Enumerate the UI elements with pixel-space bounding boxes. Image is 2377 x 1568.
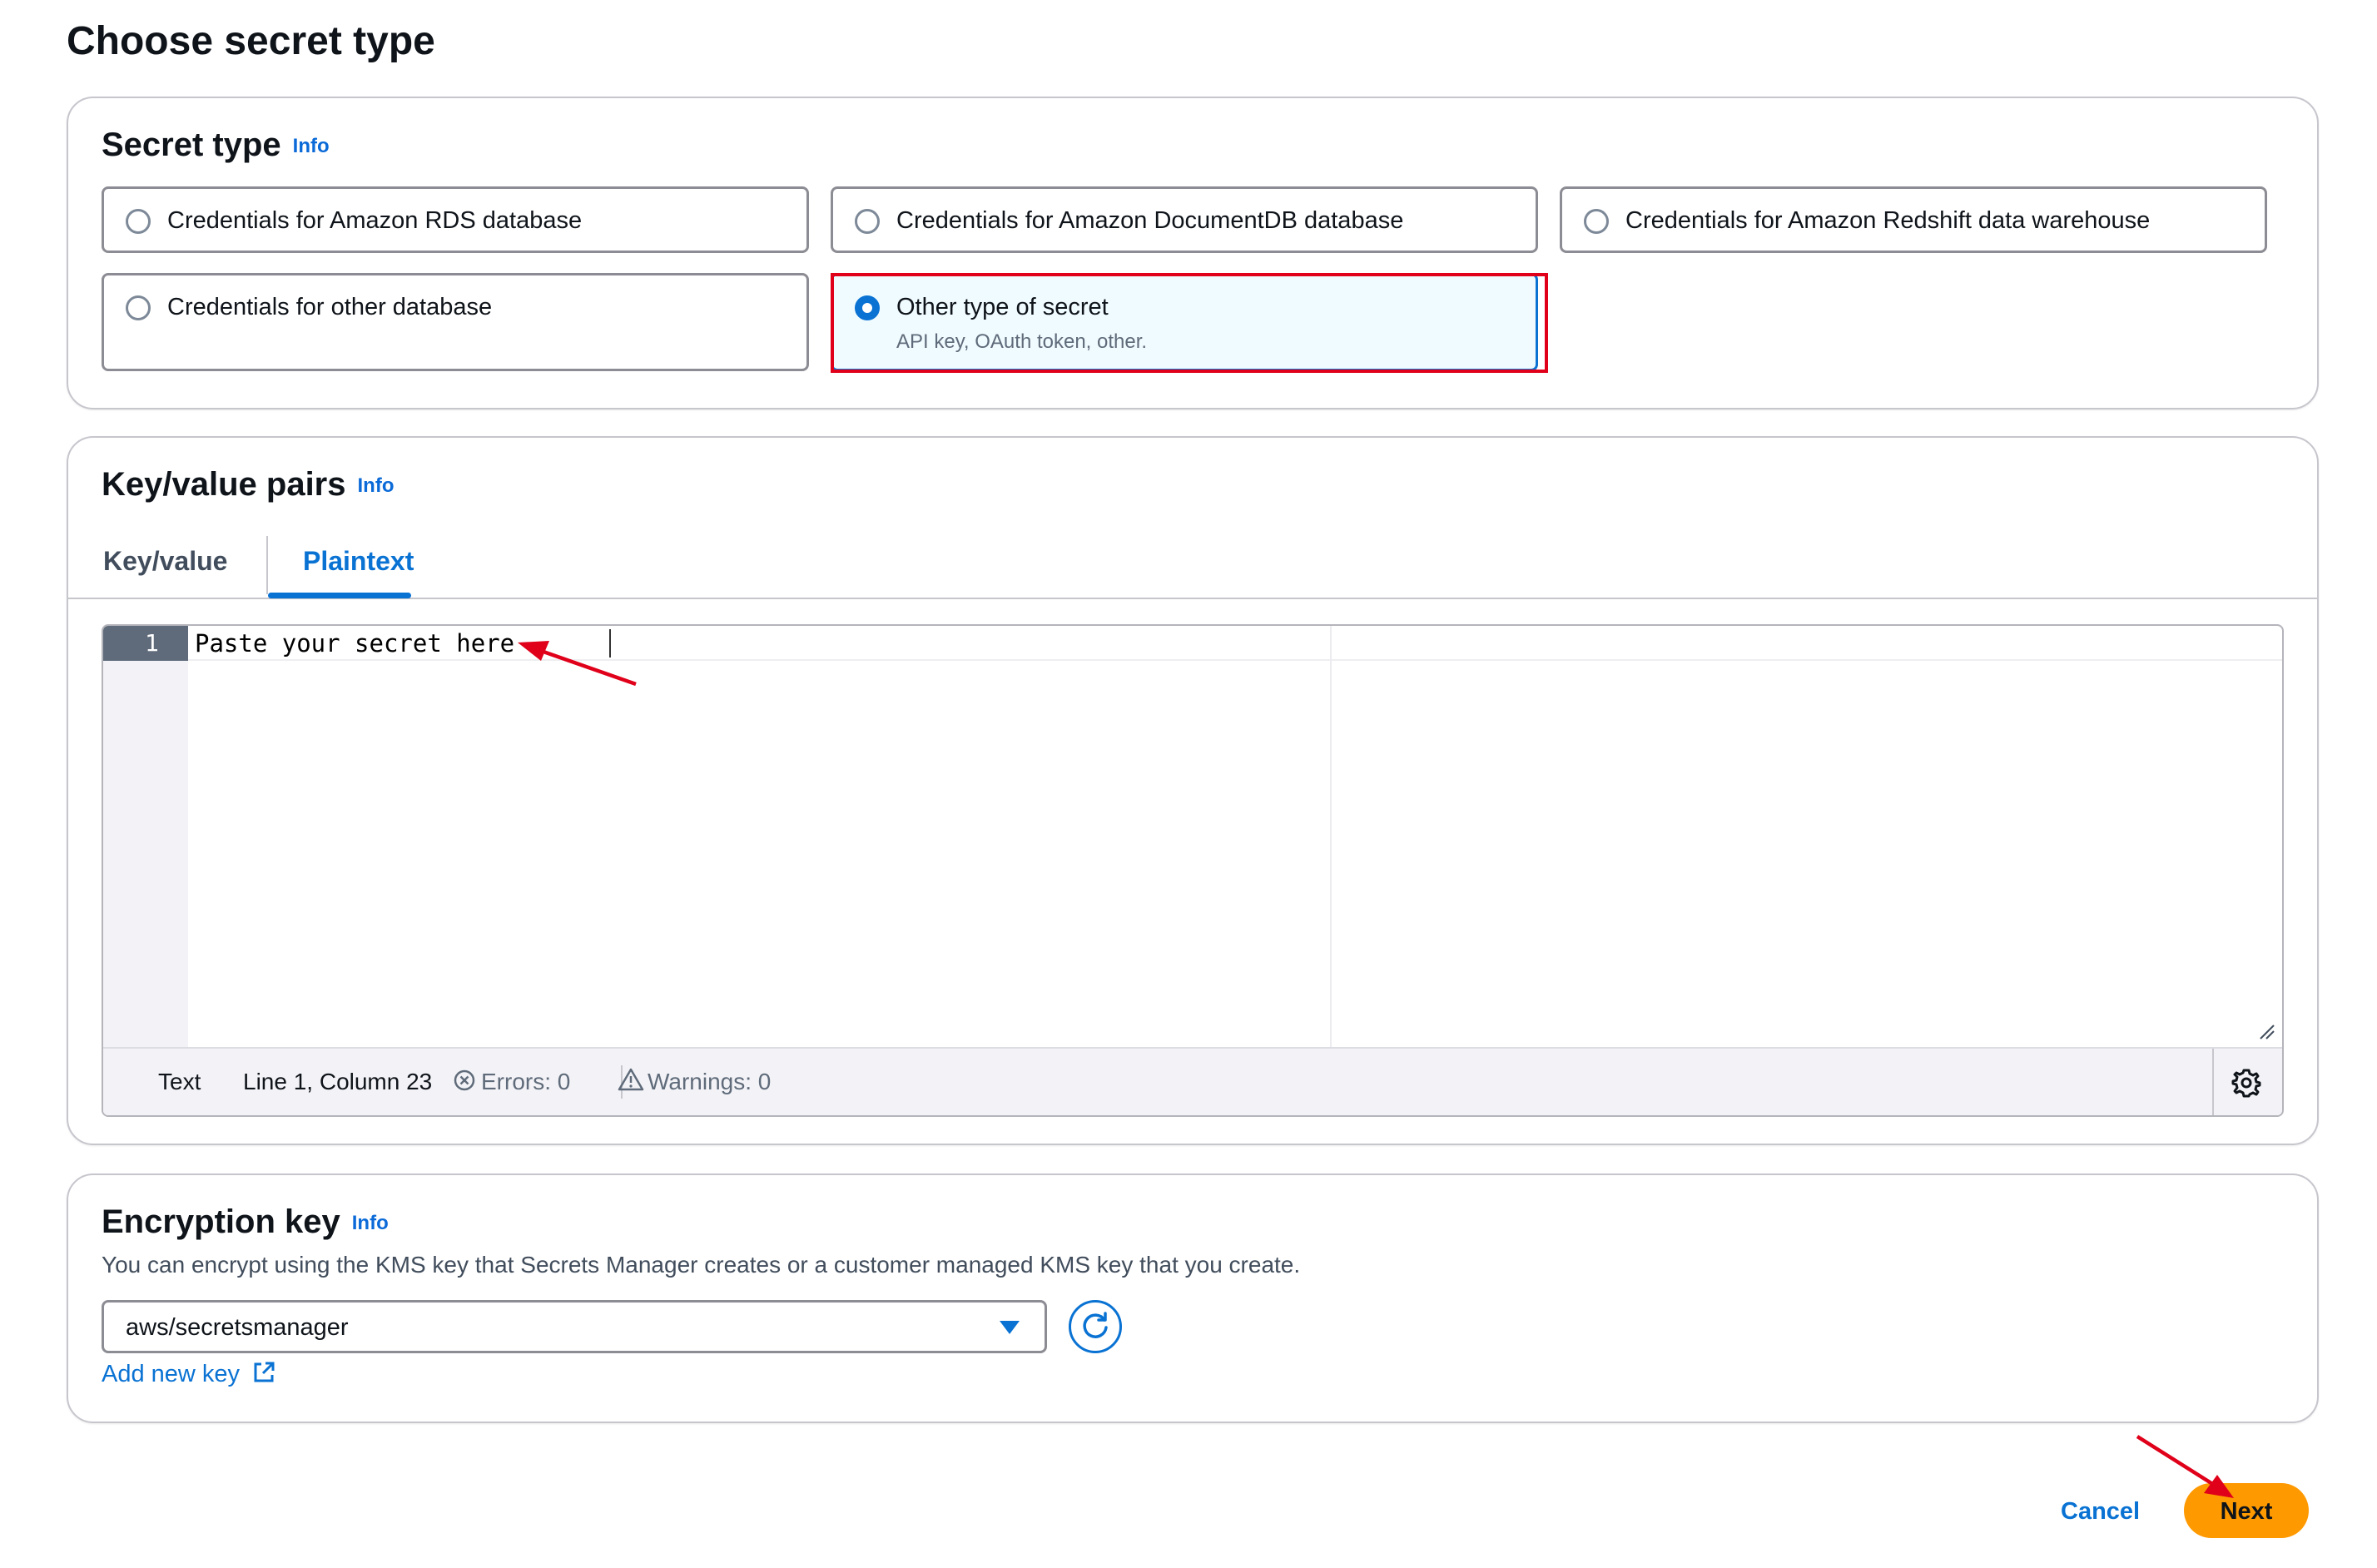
radio-redshift[interactable] xyxy=(1584,209,1609,234)
add-new-key-label: Add new key xyxy=(102,1361,241,1387)
encryption-description: You can encrypt using the KMS key that S… xyxy=(102,1252,1301,1278)
external-link-icon xyxy=(254,1362,275,1382)
warning-triangle-icon xyxy=(618,1068,644,1091)
encryption-key-panel: Encryption key Info You can encrypt using… xyxy=(67,1174,2319,1423)
option-documentdb-label: Credentials for Amazon DocumentDB databa… xyxy=(896,207,1404,234)
option-rds[interactable]: Credentials for Amazon RDS database xyxy=(102,186,809,253)
option-other-secret-description: API key, OAuth token, other. xyxy=(896,330,1148,353)
option-documentdb[interactable]: Credentials for Amazon DocumentDB databa… xyxy=(831,186,1538,253)
page-title: Choose secret type xyxy=(67,19,435,63)
editor-gutter xyxy=(103,626,188,1047)
line-number: 1 xyxy=(145,629,159,657)
radio-rds[interactable] xyxy=(126,209,151,234)
refresh-button[interactable] xyxy=(1069,1300,1122,1353)
code-editor[interactable]: 1 Paste your secret here Text Line 1, Co… xyxy=(102,624,2284,1117)
next-button[interactable]: Next xyxy=(2184,1483,2309,1538)
refresh-icon xyxy=(1083,1312,1108,1338)
kms-key-value: aws/secretsmanager xyxy=(126,1314,349,1341)
secret-type-title: Secret type xyxy=(102,127,281,163)
editor-text[interactable]: Paste your secret here xyxy=(195,629,514,657)
secret-type-heading: Secret type Info xyxy=(102,127,330,164)
kv-info-link[interactable]: Info xyxy=(358,474,395,497)
tab-active-indicator xyxy=(268,593,411,598)
key-value-panel: Key/value pairs Info Key/value Plaintext … xyxy=(67,436,2319,1145)
tab-key-value[interactable]: Key/value xyxy=(103,546,227,577)
status-position: Line 1, Column 23 xyxy=(243,1069,433,1094)
text-cursor xyxy=(609,629,611,657)
option-rds-label: Credentials for Amazon RDS database xyxy=(167,207,583,234)
resize-grip-icon[interactable] xyxy=(2257,1022,2275,1040)
editor-status-bar: Text Line 1, Column 23 Errors: 0 Warning… xyxy=(103,1047,2282,1115)
radio-other-database[interactable] xyxy=(126,295,151,320)
chevron-down-icon xyxy=(1000,1321,1020,1334)
option-other-database[interactable]: Credentials for other database xyxy=(102,273,809,371)
radio-documentdb[interactable] xyxy=(855,209,880,234)
option-redshift-label: Credentials for Amazon Redshift data war… xyxy=(1625,207,2151,234)
encryption-info-link[interactable]: Info xyxy=(352,1212,389,1234)
encryption-heading: Encryption key Info xyxy=(102,1203,389,1241)
tab-plaintext[interactable]: Plaintext xyxy=(303,546,414,577)
secret-type-panel: Secret type Info Credentials for Amazon R… xyxy=(67,97,2319,409)
cancel-button[interactable]: Cancel xyxy=(2061,1498,2140,1526)
secret-type-info-link[interactable]: Info xyxy=(293,135,330,157)
radio-other-secret[interactable] xyxy=(855,295,880,320)
kv-title: Key/value pairs xyxy=(102,466,346,503)
kv-heading: Key/value pairs Info xyxy=(102,466,394,504)
print-margin xyxy=(1330,626,1332,1047)
option-other-secret-label: Other type of secret xyxy=(896,294,1109,320)
add-new-key-link[interactable]: Add new key xyxy=(102,1360,276,1388)
status-mode: Text xyxy=(158,1069,201,1094)
encryption-title: Encryption key xyxy=(102,1203,340,1240)
error-circle-icon xyxy=(454,1069,475,1091)
status-errors[interactable]: Errors: 0 xyxy=(481,1069,570,1095)
status-warnings[interactable]: Warnings: 0 xyxy=(648,1069,771,1095)
tab-divider xyxy=(266,536,268,594)
option-other-database-label: Credentials for other database xyxy=(167,294,493,320)
gear-icon[interactable] xyxy=(2231,1067,2262,1099)
settings-separator xyxy=(2212,1049,2214,1115)
option-other-secret[interactable]: Other type of secret API key, OAuth toke… xyxy=(831,273,1538,371)
option-redshift[interactable]: Credentials for Amazon Redshift data war… xyxy=(1560,186,2267,253)
kms-key-select[interactable]: aws/secretsmanager xyxy=(102,1300,1047,1353)
